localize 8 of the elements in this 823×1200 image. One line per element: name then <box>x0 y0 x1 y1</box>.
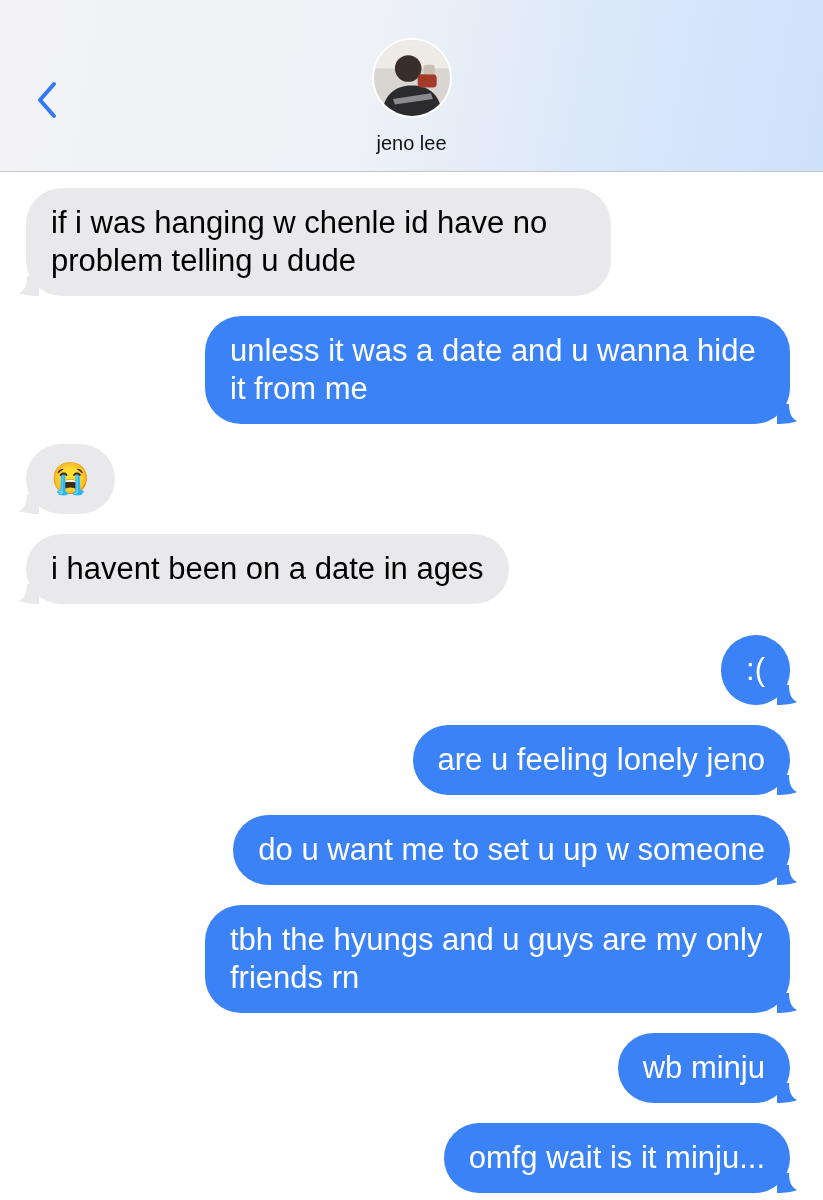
bubble-tail <box>777 685 797 705</box>
bubble-tail <box>777 1173 797 1193</box>
contact-name[interactable]: jeno lee <box>376 132 447 155</box>
bubble-tail <box>777 1083 797 1103</box>
bubble-tail <box>777 404 797 424</box>
bubble-tail <box>777 865 797 885</box>
bubble-tail <box>777 775 797 795</box>
bubble-tail <box>777 993 797 1013</box>
